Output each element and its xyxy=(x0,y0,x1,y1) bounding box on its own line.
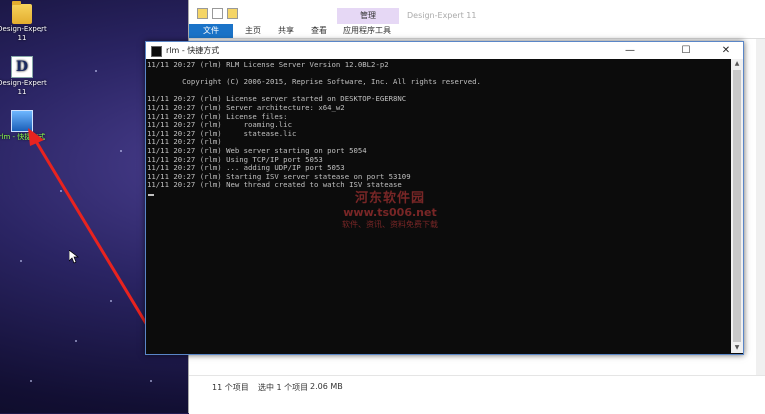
explorer-scrollbar[interactable] xyxy=(756,39,765,375)
tab-share[interactable]: 共享 xyxy=(278,24,294,38)
status-selected: 选中 1 个项目 xyxy=(258,383,309,392)
console-output[interactable]: 11/11 20:27 (rlm) RLM License Server Ver… xyxy=(146,59,730,353)
minimize-button[interactable]: — xyxy=(613,42,647,59)
ribbon-tabs: 文件 主页 共享 查看 应用程序工具 xyxy=(189,24,765,39)
console-icon xyxy=(151,46,162,57)
status-size: 2.06 MB xyxy=(310,382,343,391)
console-titlebar[interactable]: rlm - 快捷方式 — ☐ ✕ xyxy=(146,42,743,59)
status-item-count: 11 个项目 xyxy=(212,383,249,392)
tab-manage[interactable]: 管理 xyxy=(337,8,399,24)
console-title: rlm - 快捷方式 xyxy=(166,46,220,55)
tab-home[interactable]: 主页 xyxy=(245,24,261,38)
console-caret xyxy=(148,193,154,196)
quick-access-toolbar xyxy=(197,8,238,19)
maximize-button[interactable]: ☐ xyxy=(669,42,703,59)
console-line: 11/11 20:27 (rlm) RLM License Server Ver… xyxy=(147,60,389,69)
console-text: 11/11 20:27 (rlm) RLM License Server Ver… xyxy=(146,59,730,199)
console-line: Copyright (C) 2006-2015, Reprise Softwar… xyxy=(147,77,481,87)
explorer-titlebar[interactable]: 管理 Design-Expert 11 xyxy=(189,0,765,24)
scroll-up-icon[interactable]: ▲ xyxy=(731,59,743,69)
close-button[interactable]: ✕ xyxy=(709,42,743,59)
explorer-title: Design-Expert 11 xyxy=(407,11,477,20)
console-line: 11/11 20:27 (rlm) New thread created to … xyxy=(147,180,402,190)
scroll-down-icon[interactable]: ▼ xyxy=(731,343,743,353)
mouse-cursor-icon xyxy=(69,250,79,264)
tab-file[interactable]: 文件 xyxy=(189,24,233,38)
console-scrollbar[interactable]: ▲ ▼ xyxy=(731,59,743,353)
tab-view[interactable]: 查看 xyxy=(311,24,327,38)
console-window[interactable]: rlm - 快捷方式 — ☐ ✕ 11/11 20:27 (rlm) RLM L… xyxy=(145,41,744,355)
scrollbar-thumb[interactable] xyxy=(733,70,741,342)
new-folder-icon[interactable] xyxy=(227,8,238,19)
checkbox-icon[interactable] xyxy=(212,8,223,19)
tab-application-tools[interactable]: 应用程序工具 xyxy=(343,24,391,38)
explorer-status-bar: 11 个项目 选中 1 个项目 2.06 MB xyxy=(189,375,765,414)
folder-icon[interactable] xyxy=(197,8,208,19)
